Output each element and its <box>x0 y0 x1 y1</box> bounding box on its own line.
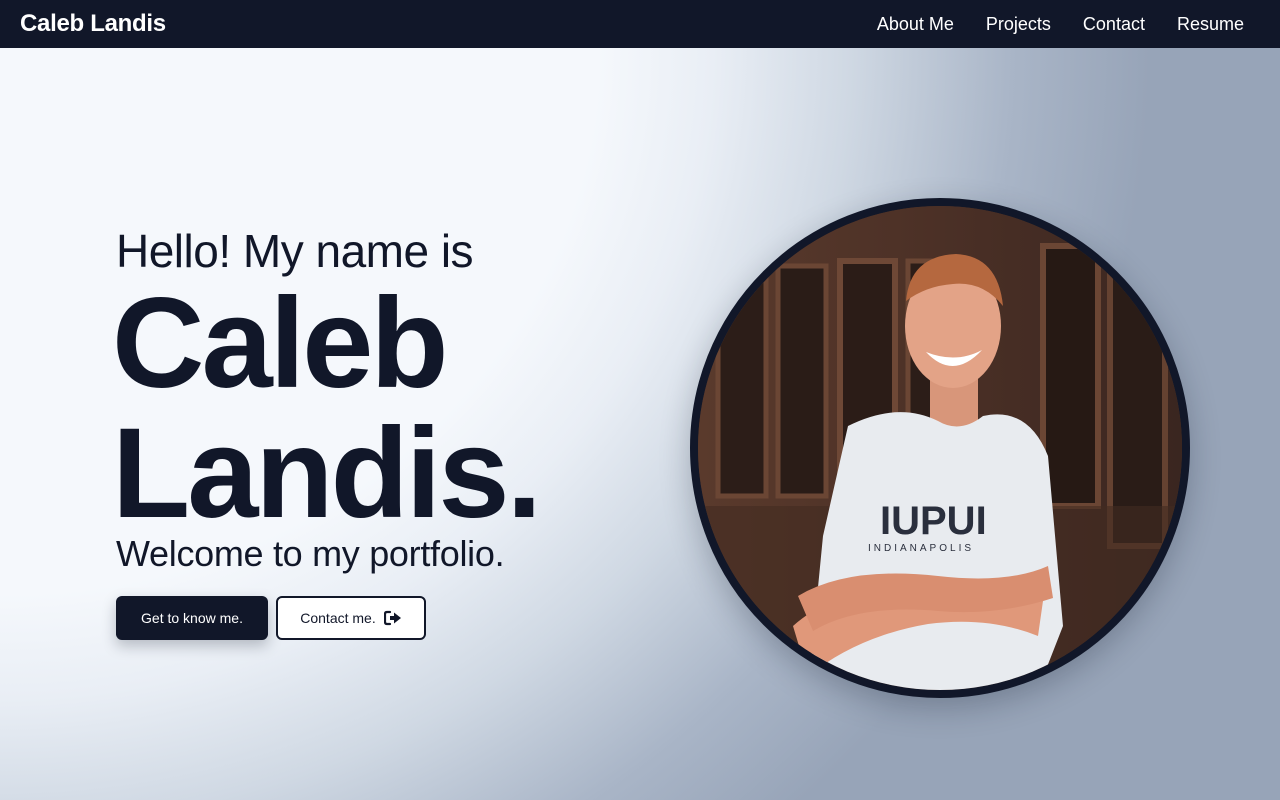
shirt-logo-subtext: INDIANAPOLIS <box>868 543 974 554</box>
nav-link-projects[interactable]: Projects <box>986 14 1051 35</box>
profile-photo: IUPUI INDIANAPOLIS <box>690 198 1190 698</box>
hero-welcome: Welcome to my portfolio. <box>116 533 505 574</box>
contact-me-button[interactable]: Contact me. <box>276 596 426 640</box>
get-to-know-me-label: Get to know me. <box>141 610 243 626</box>
brand-logo[interactable]: Caleb Landis <box>20 10 166 38</box>
hero-section: Hello! My name is Caleb Landis. Welcome … <box>0 48 1280 800</box>
hero-name-first: Caleb <box>112 272 449 415</box>
hero-greeting: Hello! My name is <box>116 225 474 277</box>
nav-link-about[interactable]: About Me <box>877 14 954 35</box>
get-to-know-me-button[interactable]: Get to know me. <box>116 596 268 640</box>
nav-links: About Me Projects Contact Resume <box>845 14 1260 35</box>
nav-link-contact[interactable]: Contact <box>1083 14 1145 35</box>
hero-name-last: Landis. <box>112 402 542 545</box>
navbar: Caleb Landis About Me Projects Contact R… <box>0 0 1280 48</box>
nav-link-resume[interactable]: Resume <box>1177 14 1244 35</box>
contact-me-label: Contact me. <box>300 610 376 626</box>
sign-out-icon <box>383 610 402 626</box>
shirt-logo-text: IUPUI <box>880 499 987 543</box>
